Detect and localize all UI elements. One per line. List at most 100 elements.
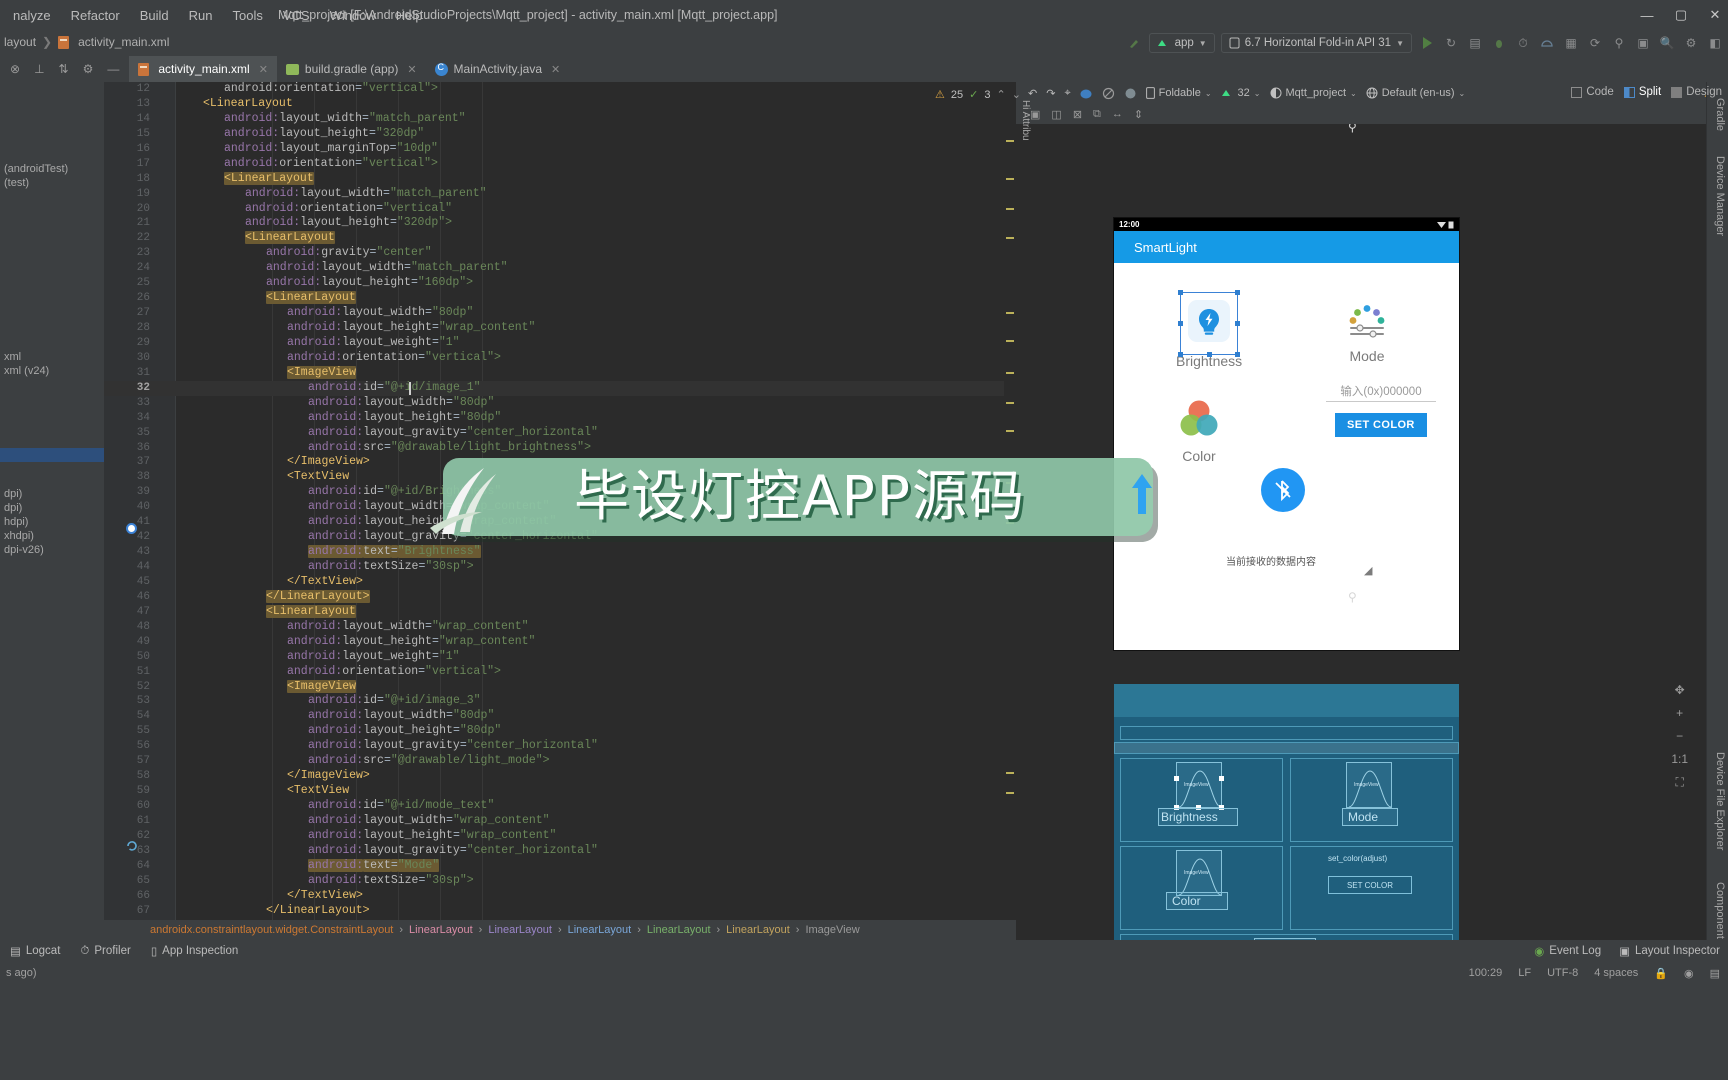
code-line[interactable]: 60 android:id="@+id/mode_text" (104, 799, 1016, 814)
code-text[interactable]: android:layout_width="match_parent" (266, 261, 508, 276)
project-panel[interactable]: (androidTest) (test) xml xml (v24) dpi) … (0, 82, 104, 940)
maximize-button[interactable]: ▢ (1674, 7, 1688, 23)
view-mode-code[interactable]: Code (1571, 86, 1614, 98)
line-separator[interactable]: LF (1518, 967, 1531, 979)
tool-button-event-log[interactable]: ◉ Event Log (1534, 944, 1601, 958)
menu-item-refactor[interactable]: Refactor (62, 5, 129, 26)
orientation-toggle[interactable] (1124, 87, 1137, 100)
sdk-manager-icon[interactable]: ▦ (1562, 34, 1580, 52)
code-text[interactable]: android:layout_width="match_parent" (245, 187, 487, 202)
layout-inspector-icon[interactable]: ▣ (1634, 34, 1652, 52)
pack-icon[interactable]: ⇕ (1134, 108, 1143, 121)
breadcrumb-node[interactable]: LinearLayout (726, 924, 790, 936)
list-item[interactable]: dpi-v26) (0, 543, 104, 557)
code-text[interactable]: android:layout_gravity="center_horizonta… (308, 426, 598, 441)
avd-manager-icon[interactable] (1538, 34, 1556, 52)
tool-button-profiler[interactable]: ⏱ Profiler (80, 945, 130, 958)
code-line[interactable]: 59 <TextView (104, 784, 1016, 799)
tool-button-logcat[interactable]: ▤ Logcat (10, 944, 60, 958)
code-text[interactable]: </ImageView> (287, 455, 370, 470)
code-text[interactable]: <LinearLayout (266, 291, 356, 306)
blueprint-set-color-button[interactable]: SET COLOR (1328, 876, 1412, 894)
code-line[interactable]: 48 android:layout_width="wrap_content" (104, 620, 1016, 635)
code-line[interactable]: 23 android:gravity="center" (104, 246, 1016, 261)
zoom-out-button[interactable]: − (1676, 729, 1683, 743)
resize-handle-bl[interactable] (1178, 352, 1184, 357)
hide-icon[interactable]: — (107, 62, 119, 76)
resize-handle-r[interactable] (1235, 321, 1241, 326)
infer-constraints-icon[interactable]: ⧉ (1093, 108, 1101, 121)
code-line[interactable]: 63 android:layout_gravity="center_horizon… (104, 844, 1016, 859)
code-text[interactable]: <LinearLayout (203, 97, 293, 112)
code-line[interactable]: 64 android:text="Mode" (104, 858, 1016, 874)
code-text[interactable]: android:layout_height="wrap_content" (308, 829, 556, 844)
code-text[interactable]: <ImageView (287, 365, 357, 381)
code-line[interactable]: 21 android:layout_height="320dp"> (104, 216, 1016, 231)
code-line[interactable]: 24 android:layout_width="match_parent" (104, 261, 1016, 276)
code-line[interactable]: 57 android:src="@drawable/light_mode"> (104, 754, 1016, 769)
tab-main-activity-java[interactable]: MainActivity.java ✕ (426, 56, 570, 82)
code-text[interactable]: android:layout_width="80dp" (308, 709, 494, 724)
resize-handle-tl[interactable] (1178, 290, 1184, 295)
close-icon[interactable]: ✕ (407, 63, 416, 76)
right-tool-strip[interactable]: Gradle Device Manager Device File Explor… (1706, 82, 1728, 964)
code-text[interactable]: android:layout_width="80dp" (308, 396, 494, 411)
code-text[interactable]: android:layout_width="wrap_content" (308, 814, 550, 829)
code-text[interactable]: android:orientation="vertical"> (224, 157, 438, 172)
brightness-image-selected[interactable] (1178, 290, 1241, 357)
code-line[interactable]: 51 android:orientation="vertical"> (104, 665, 1016, 680)
code-text[interactable]: android:orientation="vertical"> (287, 351, 501, 366)
indent-setting[interactable]: 4 spaces (1594, 967, 1638, 979)
breadcrumb-node[interactable]: LinearLayout (409, 924, 473, 936)
device-dropdown[interactable]: Foldable ⌄ (1145, 87, 1212, 99)
pan-icon[interactable]: ✥ (1675, 683, 1685, 697)
code-line[interactable]: 56 android:layout_gravity="center_horizon… (104, 739, 1016, 754)
build-hammer-icon[interactable] (1125, 34, 1143, 52)
code-text[interactable]: android:textSize="30sp"> (308, 874, 474, 889)
code-text[interactable]: android:orientation="vertical" (245, 202, 452, 217)
inspection-level-icon[interactable]: ◉ (1684, 967, 1694, 980)
avatar[interactable]: ◧ (1706, 34, 1724, 52)
tool-button-app-inspection[interactable]: ▯ App Inspection (151, 944, 238, 958)
menu-item-analyze[interactable]: nalyze (4, 5, 60, 26)
code-text[interactable]: android:text="Brightness" (308, 545, 481, 560)
zoom-to-fit-button[interactable]: ⛶ (1675, 775, 1683, 790)
code-line[interactable]: 32 android:id="@+id/image_1" (104, 380, 1016, 396)
code-text[interactable]: android:id="@+id/mode_text" (308, 799, 494, 814)
code-line[interactable]: 27 android:layout_width="80dp" (104, 306, 1016, 321)
code-text[interactable]: android:orientation="vertical"> (224, 82, 438, 97)
file-encoding[interactable]: UTF-8 (1547, 967, 1578, 979)
list-item[interactable]: xml (v24) (0, 364, 104, 378)
code-text[interactable]: android:layout_marginTop="10dp" (224, 142, 438, 157)
code-text[interactable]: <LinearLayout (266, 604, 356, 620)
code-text[interactable]: android:src="@drawable/light_mode"> (308, 754, 550, 769)
code-line[interactable]: 61 android:layout_width="wrap_content" (104, 814, 1016, 829)
bluetooth-fab-button[interactable] (1261, 468, 1305, 512)
code-text[interactable]: android:textSize="30sp"> (308, 560, 474, 575)
expand-all-icon[interactable]: ⊥ (34, 62, 44, 76)
autoconnect-icon[interactable]: ◫ (1051, 108, 1061, 121)
view-mode-split[interactable]: Split (1623, 86, 1661, 98)
app-body[interactable]: Brightness Mode Color 输入(0x)000000 SET C… (1114, 263, 1459, 650)
code-text[interactable]: android:layout_height="80dp" (308, 724, 501, 739)
code-text[interactable]: android:gravity="center" (266, 246, 432, 261)
breadcrumb-node[interactable]: LinearLayout (568, 924, 632, 936)
resize-handle-l[interactable] (1178, 321, 1184, 326)
locale-dropdown[interactable]: Default (en-us) ⌄ (1366, 87, 1465, 99)
close-icon[interactable]: ✕ (259, 63, 268, 76)
code-line[interactable]: 31 <ImageView (104, 365, 1016, 381)
prev-problem-icon[interactable]: ⌃ (996, 88, 1005, 101)
code-text[interactable]: android:layout_height="320dp"> (245, 216, 452, 231)
list-item[interactable]: hdpi) (0, 515, 104, 529)
view-mode-design[interactable]: Design (1671, 86, 1722, 98)
code-line[interactable]: 14 android:layout_width="match_parent" (104, 112, 1016, 127)
run-button[interactable] (1418, 34, 1436, 52)
code-text[interactable]: <LinearLayout (224, 171, 314, 187)
code-line[interactable]: 50 android:layout_weight="1" (104, 650, 1016, 665)
breadcrumb-root[interactable]: androidx.constraintlayout.widget.Constra… (150, 924, 393, 936)
code-text[interactable]: android:layout_height="wrap_content" (287, 635, 535, 650)
lock-icon[interactable]: 🔒 (1654, 967, 1668, 980)
resize-handle-tr[interactable] (1235, 290, 1241, 295)
bookmark-icon[interactable] (126, 523, 137, 534)
list-item-selected[interactable] (0, 448, 104, 462)
